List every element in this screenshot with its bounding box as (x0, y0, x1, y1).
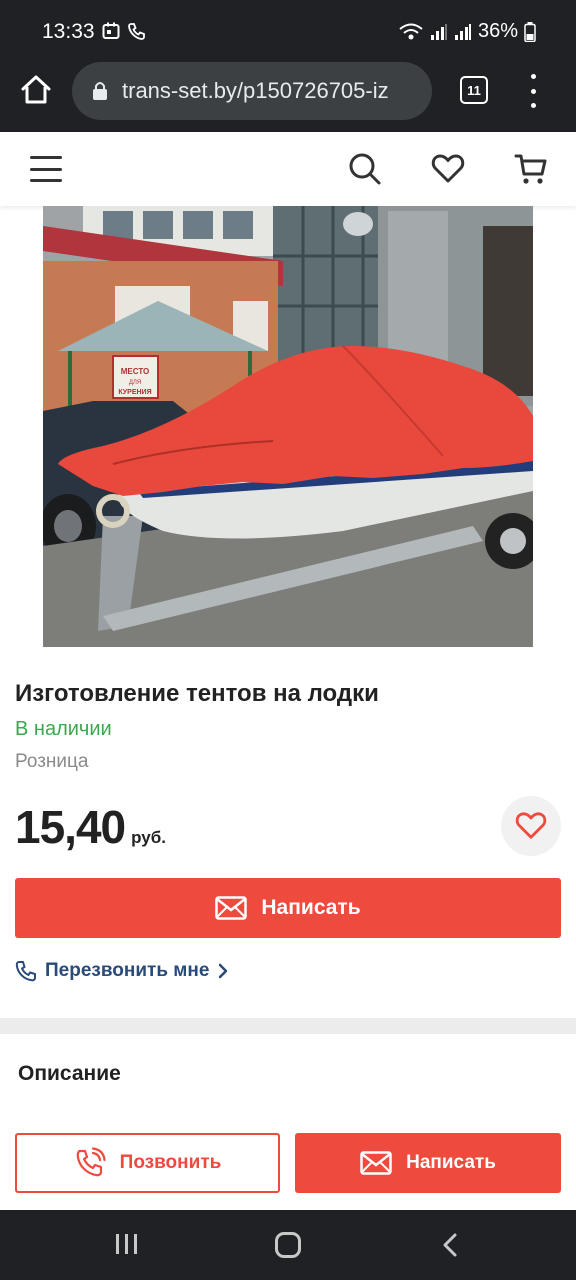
write-message-bottom-label: Написать (406, 1152, 496, 1173)
address-bar[interactable]: trans-set.by/p150726705-iz (72, 62, 432, 120)
callback-link[interactable]: Перезвонить мне (15, 960, 229, 982)
description-heading: Описание (18, 1062, 121, 1085)
status-time: 13:33 (42, 20, 95, 43)
callback-label: Перезвонить мне (45, 960, 210, 981)
price: 15,40 руб. (15, 800, 166, 854)
availability-status: В наличии (15, 718, 112, 740)
battery-percent: 36% (477, 20, 518, 42)
battery-icon (524, 21, 536, 42)
envelope-icon (360, 1151, 392, 1175)
home-icon[interactable] (20, 74, 52, 106)
search-icon[interactable] (348, 152, 382, 186)
heart-icon[interactable] (431, 152, 465, 186)
sale-type: Розница (15, 751, 89, 772)
home-nav-icon[interactable] (275, 1232, 301, 1258)
phone-ringing-icon (76, 1147, 106, 1177)
call-button[interactable]: Позвонить (15, 1133, 280, 1193)
phone-icon (15, 961, 36, 982)
calendar-icon (102, 22, 120, 39)
write-message-button[interactable]: Написать (15, 878, 561, 938)
envelope-icon (215, 896, 248, 920)
signal-icon-2 (454, 23, 471, 40)
status-bar: 13:33 36% (0, 0, 576, 62)
status-right: 36% (398, 20, 536, 43)
write-message-bottom-button[interactable]: Написать (295, 1133, 561, 1193)
overflow-menu-icon[interactable] (526, 74, 540, 108)
svg-text:МЕСТО: МЕСТО (121, 367, 150, 376)
call-button-label: Позвонить (119, 1152, 222, 1173)
back-icon[interactable] (440, 1232, 460, 1258)
system-navigation-bar (0, 1210, 576, 1280)
url-text: trans-set.by/p150726705-iz (122, 78, 389, 103)
add-to-favorites-button[interactable] (501, 796, 561, 856)
heart-icon (515, 812, 547, 839)
chevron-right-icon (219, 963, 228, 979)
write-message-label: Написать (261, 896, 361, 919)
section-divider (0, 1018, 576, 1034)
tab-switcher-button[interactable]: 11 (460, 76, 488, 104)
cart-icon[interactable] (514, 152, 548, 186)
product-title: Изготовление тентов на лодки (15, 680, 379, 707)
browser-toolbar: trans-set.by/p150726705-iz 11 (0, 62, 576, 132)
product-image[interactable]: МЕСТО ДЛЯ КУРЕНИЯ (43, 206, 533, 647)
boat-photo: МЕСТО ДЛЯ КУРЕНИЯ (43, 206, 533, 647)
svg-text:КУРЕНИЯ: КУРЕНИЯ (118, 389, 151, 396)
site-header (0, 132, 576, 206)
phone-call-icon (128, 23, 145, 40)
status-notification-icons (102, 22, 146, 40)
price-currency: руб. (131, 828, 166, 847)
price-value: 15,40 (15, 801, 126, 853)
recents-icon[interactable] (116, 1234, 137, 1254)
lock-icon (93, 82, 107, 100)
svg-text:ДЛЯ: ДЛЯ (129, 380, 141, 386)
signal-icon (430, 23, 447, 40)
wifi-icon (399, 23, 423, 39)
menu-icon[interactable] (30, 156, 62, 182)
